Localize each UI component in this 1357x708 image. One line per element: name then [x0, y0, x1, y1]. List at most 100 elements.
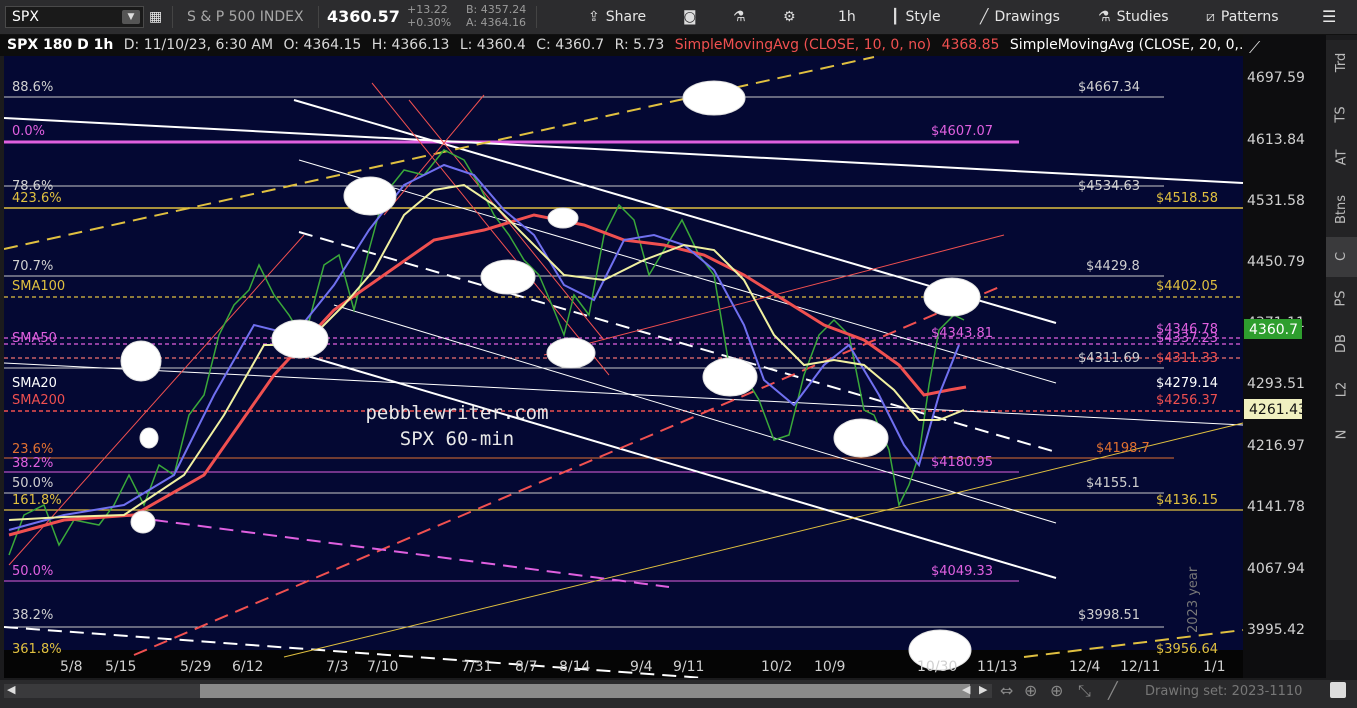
x-tick: 7/10 — [367, 659, 398, 675]
scroll-left-icon[interactable]: ◀ — [962, 683, 970, 696]
level-label: $4607.07 — [931, 124, 993, 139]
tab-c[interactable]: C — [1326, 237, 1357, 277]
current-price-text: 4360.7 — [1249, 322, 1298, 338]
level-label: $4337.23 — [1156, 331, 1218, 346]
x-tick: 10/9 — [814, 659, 845, 675]
chevron-down-icon[interactable]: ▼ — [122, 10, 140, 24]
level-label: $4343.81 — [931, 326, 993, 341]
tab-ts[interactable]: TS — [1326, 95, 1357, 135]
level-label: $4279.14 — [1156, 376, 1218, 391]
gear-icon: ⚙ — [783, 9, 796, 25]
open-value: O: 4364.15 — [283, 37, 362, 53]
fib-label: SMA100 — [12, 279, 65, 294]
patterns-button[interactable]: ⧄ Patterns — [1206, 0, 1279, 34]
scrollbar-thumb[interactable] — [200, 684, 970, 698]
y-tick: 4531.58 — [1247, 193, 1305, 209]
tab-label: C — [1333, 251, 1349, 262]
bid-ask-block: B: 4357.24 A: 4364.16 — [466, 3, 526, 29]
x-tick: 5/29 — [180, 659, 211, 675]
x-tick: 7/31 — [461, 659, 492, 675]
level-label: $4667.34 — [1078, 80, 1140, 95]
tab-n[interactable]: N — [1326, 415, 1357, 455]
tab-l2[interactable]: L2 — [1326, 370, 1357, 410]
share-button[interactable]: ⇪ Share — [588, 0, 646, 34]
y-tick: 3995.42 — [1247, 622, 1305, 638]
tab-label: AT — [1333, 149, 1349, 166]
pan-icon[interactable]: ⇔ — [1000, 681, 1013, 700]
scroll-left-icon[interactable]: ◀ — [7, 683, 15, 696]
tab-label: L2 — [1333, 381, 1349, 398]
zoom-icon[interactable]: ⊕ — [1050, 681, 1063, 700]
year-label: 2023 year — [1186, 566, 1201, 633]
fib-label: SMA20 — [12, 376, 57, 391]
tab-db[interactable]: DB — [1326, 324, 1357, 364]
x-tick: 5/15 — [105, 659, 136, 675]
tab-ps[interactable]: PS — [1326, 279, 1357, 319]
tab-btns[interactable]: Btns — [1326, 190, 1357, 230]
symbol-input[interactable]: SPX ▼ — [5, 6, 144, 28]
fib-label: 50.0% — [12, 476, 53, 491]
tab-trd[interactable]: Trd — [1326, 43, 1357, 83]
style-button[interactable]: ┃ Style — [891, 0, 941, 34]
x-tick: 1/1 — [1203, 659, 1226, 675]
close-value: C: 4360.7 — [536, 37, 605, 53]
level-label: $4049.33 — [931, 564, 993, 579]
y-tick: 4216.97 — [1247, 438, 1305, 454]
drawings-button[interactable]: ╱ Drawings — [980, 0, 1060, 34]
sma10-value: 4368.85 — [941, 37, 1000, 53]
x-tick: 10/2 — [761, 659, 792, 675]
grid-icon[interactable]: ▦ — [149, 0, 162, 34]
studies-button[interactable]: ⚗ Studies — [1098, 0, 1169, 34]
last-price: 4360.57 — [327, 7, 400, 26]
x-tick: 9/4 — [630, 659, 653, 675]
settings-button[interactable]: ⚙ — [783, 0, 802, 34]
fib-label: 361.8% — [12, 642, 62, 657]
zoom-box-icon[interactable]: ⤡ — [1078, 681, 1091, 701]
bid-value: B: 4357.24 — [466, 3, 527, 16]
fib-label: 23.6% — [12, 442, 53, 457]
bar-date: D: 11/10/23, 6:30 AM — [123, 37, 274, 53]
level-label: $4180.95 — [931, 455, 993, 470]
level-label: $4256.37 — [1156, 393, 1218, 408]
style-label: Style — [905, 9, 941, 25]
flask-icon: ⚗ — [733, 9, 746, 25]
fib-label: 38.2% — [12, 608, 53, 623]
x-tick: 11/13 — [977, 659, 1017, 675]
resize-icon[interactable] — [1330, 682, 1346, 698]
price-chart[interactable]: pebblewriter.com SPX 60-min 88.6% 0.0% 7… — [4, 35, 1326, 678]
flask-button[interactable]: ⚗ — [733, 0, 752, 34]
level-label: $4311.33 — [1156, 351, 1218, 366]
tab-at[interactable]: AT — [1326, 138, 1357, 178]
level-label: $4518.58 — [1156, 191, 1218, 206]
fib-label: 70.7% — [12, 259, 53, 274]
x-tick: 8/7 — [515, 659, 538, 675]
crosshair-icon[interactable]: ⊕ — [1024, 681, 1037, 700]
share-label: Share — [605, 9, 647, 25]
draw-mode-icon[interactable]: ⟋ — [1249, 38, 1261, 57]
divider — [318, 6, 319, 28]
info-bar: SPX 180 D 1h D: 11/10/23, 6:30 AM O: 436… — [0, 35, 1243, 56]
scroll-right-icon[interactable]: ▶ — [979, 683, 987, 696]
y-tick: 4450.79 — [1247, 254, 1305, 270]
hamburger-icon: ☰ — [1322, 7, 1337, 26]
fib-label: SMA50 — [12, 331, 57, 346]
drawing-set-label: Drawing set: 2023-1110 — [1145, 684, 1303, 699]
pencil-icon[interactable]: ╱ — [1108, 681, 1118, 700]
y-tick: 4697.59 — [1247, 70, 1305, 86]
drawings-label: Drawings — [994, 9, 1060, 25]
pencil-icon: ╱ — [980, 9, 989, 25]
chart-settings-button[interactable]: ◙ — [683, 0, 703, 34]
tab-label: DB — [1334, 334, 1349, 353]
timeframe-button[interactable]: 1h — [838, 0, 856, 34]
tab-label: Trd — [1334, 52, 1349, 73]
level-label: $4155.1 — [1086, 476, 1140, 491]
tab-label: N — [1333, 429, 1349, 440]
x-tick: 7/3 — [326, 659, 349, 675]
x-tick: 9/11 — [673, 659, 704, 675]
menu-button[interactable]: ☰ — [1322, 0, 1336, 34]
divider — [172, 6, 173, 28]
y-tick: 4293.51 — [1247, 376, 1305, 392]
range-value: R: 5.73 — [614, 37, 665, 53]
y-tick: 4067.94 — [1247, 561, 1305, 577]
x-tick: 12/11 — [1120, 659, 1160, 675]
